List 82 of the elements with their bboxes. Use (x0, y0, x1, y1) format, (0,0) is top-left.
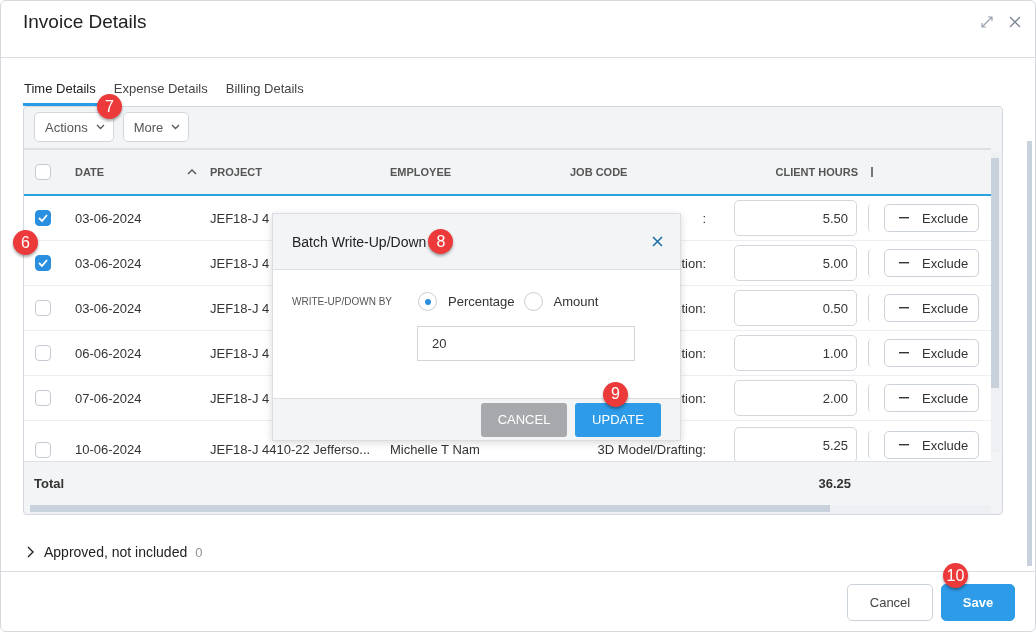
job-code-cell: tion: (681, 345, 706, 361)
hours-field[interactable]: 2.00 (734, 380, 857, 417)
check-icon (38, 259, 48, 268)
minus-icon (899, 217, 909, 220)
select-all-checkbox[interactable] (35, 164, 51, 181)
window-title: Invoice Details (23, 11, 147, 33)
dropdown-button[interactable]: Actions (34, 112, 114, 143)
hours-field[interactable]: 5.25 (734, 427, 857, 462)
hours-field[interactable]: 0.50 (734, 290, 857, 327)
expand-icon[interactable] (981, 16, 993, 28)
radio-button[interactable] (523, 292, 543, 311)
radio-label[interactable]: Amount (553, 294, 599, 309)
chevron-icon[interactable] (26, 546, 34, 558)
date-cell: 03-06-2024 (75, 210, 142, 226)
column-header[interactable]: CLIENT HOURS (775, 166, 858, 179)
dropdown-button[interactable]: More (122, 112, 190, 143)
job-code-cell: tion: (681, 255, 706, 271)
minus-icon (899, 262, 909, 265)
project-cell: JEF18-J 4 (210, 255, 270, 271)
row-checkbox[interactable] (35, 300, 51, 317)
project-cell: JEF18-J 4 (210, 390, 270, 406)
callout-badge: 8 (428, 229, 454, 254)
exclude-button[interactable]: Exclude (884, 339, 979, 368)
close-icon[interactable] (1009, 16, 1021, 28)
close-icon[interactable] (652, 236, 663, 247)
hours-field[interactable]: 5.50 (734, 200, 857, 237)
dialog-title: Batch Write-Up/Down (292, 233, 427, 250)
callout-badge: 7 (97, 94, 122, 120)
row-checkbox[interactable] (35, 442, 51, 459)
callout-badge: 10 (943, 563, 968, 588)
check-icon (38, 214, 48, 223)
row-checkbox[interactable] (35, 390, 51, 407)
minus-icon (899, 444, 909, 447)
sort-icon[interactable] (187, 169, 197, 176)
exclude-button[interactable]: Exclude (884, 384, 979, 413)
radio-label[interactable]: Percentage (448, 294, 515, 309)
project-cell: JEF18-J 4 (210, 300, 270, 316)
hours-field[interactable]: 5.00 (734, 245, 857, 282)
project-cell: JEF18-J 4 (210, 210, 270, 226)
minus-icon (899, 352, 909, 355)
date-cell: 07-06-2024 (75, 390, 142, 406)
exclude-button[interactable]: Exclude (884, 431, 979, 460)
total-label: Total (34, 475, 65, 491)
field-label: WRITE-UP/DOWN BY (292, 296, 393, 307)
minus-icon (899, 397, 909, 400)
exclude-button[interactable]: Exclude (884, 249, 979, 278)
column-header[interactable]: PROJECT (210, 166, 262, 179)
row-checkbox[interactable] (35, 210, 51, 227)
project-cell: JEF18-J 4410-22 Jefferso... (210, 442, 371, 458)
date-cell: 03-06-2024 (75, 255, 142, 271)
chevron-icon (95, 124, 105, 131)
exclude-button[interactable]: Exclude (884, 204, 979, 233)
value-field[interactable]: 20 (417, 326, 635, 361)
total-hours: 36.25 (818, 475, 851, 491)
row-checkbox[interactable] (35, 255, 51, 272)
column-header[interactable]: JOB CODE (570, 166, 628, 179)
chevron-icon (171, 124, 181, 131)
row-checkbox[interactable] (35, 345, 51, 362)
employee-cell: Michelle T Nam (390, 442, 480, 458)
column-header[interactable]: DATE (75, 166, 105, 179)
job-code-cell: : (702, 210, 706, 226)
project-cell: JEF18-J 4 (210, 345, 270, 361)
count-label: 0 (195, 544, 203, 560)
job-code-cell: tion: (681, 390, 706, 406)
date-cell: 10-06-2024 (75, 442, 142, 458)
column-header[interactable]: EMPLOYEE (390, 166, 452, 179)
callout-badge: 6 (13, 230, 38, 256)
horizontal-scrollbar[interactable] (30, 505, 991, 514)
date-cell: 03-06-2024 (75, 300, 142, 316)
vertical-scrollbar[interactable] (991, 152, 1001, 452)
tab[interactable]: Billing Details (225, 71, 313, 106)
page-scrollbar[interactable] (1027, 141, 1032, 566)
cancel-button[interactable]: Cancel (847, 584, 933, 621)
exclude-button[interactable]: Exclude (884, 294, 979, 323)
date-cell: 06-06-2024 (75, 345, 142, 361)
minus-icon (899, 307, 909, 310)
hours-field[interactable]: 1.00 (734, 335, 857, 372)
job-code-cell: tion: (681, 300, 706, 316)
radio-button[interactable] (418, 292, 437, 311)
job-code-cell: 3D Model/Drafting: (597, 442, 706, 458)
section-title[interactable]: Approved, not included (44, 544, 188, 560)
callout-badge: 9 (603, 381, 628, 407)
